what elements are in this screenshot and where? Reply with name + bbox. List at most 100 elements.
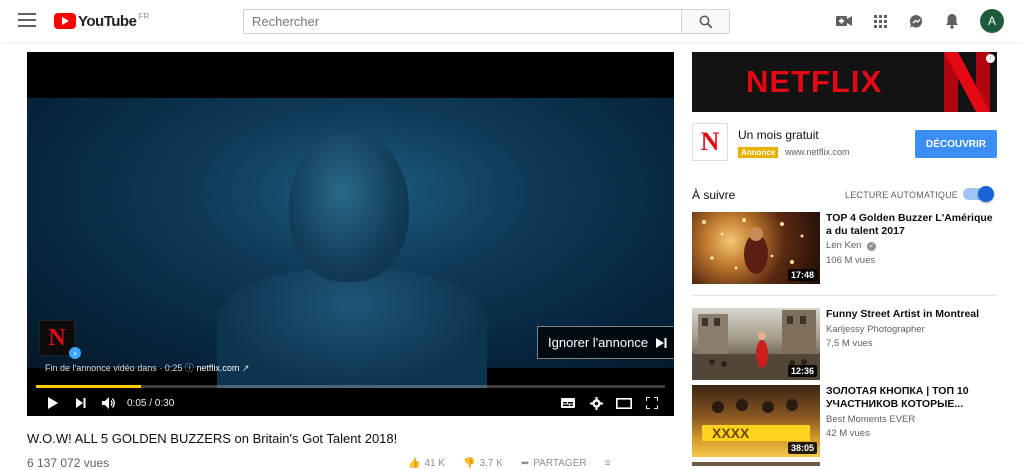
search-icon [699, 15, 712, 28]
subtitles-button[interactable] [554, 390, 582, 416]
masthead-actions: A [826, 9, 1004, 33]
view-count: 42 M vues [826, 428, 870, 439]
netflix-ad-banner[interactable]: NETFLIX i [692, 52, 997, 112]
ad-domain-link[interactable]: netflix.com [196, 363, 239, 373]
messages-button[interactable] [898, 9, 934, 33]
view-count: 6 137 072 vues [27, 456, 110, 470]
channel-name[interactable]: Len Ken ✓ [826, 240, 877, 251]
notifications-button[interactable] [934, 9, 970, 33]
dislike-button[interactable]: 👎 3,7 K [463, 458, 503, 469]
ad-countdown: · 0:25 [159, 363, 183, 373]
play-icon [48, 397, 58, 409]
ad-info-icon[interactable]: i [986, 54, 995, 63]
apps-grid-icon [873, 14, 887, 28]
video-thumbnail[interactable]: XXXX 38:05 [692, 385, 820, 457]
like-count: 41 K [424, 458, 446, 469]
ad-caption: Fin de l'annonce vidéo dans · 0:25 ⓘ net… [45, 361, 249, 374]
thumbs-up-icon: 👍 [408, 458, 421, 469]
ad-info-chevron-icon[interactable]: › [69, 347, 81, 359]
video-figure-body [217, 268, 487, 388]
netflix-logo: N [692, 123, 728, 161]
like-button[interactable]: 👍 41 K [408, 458, 445, 469]
video-actions: 👍 41 K 👎 3,7 K ➦ PARTAGER ≡ [408, 458, 610, 469]
youtube-logo[interactable]: YouTube FR [54, 11, 149, 31]
channel-name[interactable]: Karljessy Photographer [826, 324, 925, 335]
gear-icon [589, 396, 603, 410]
ad-badge: Annonce [738, 147, 779, 158]
search-button[interactable] [681, 9, 730, 34]
fullscreen-button[interactable] [638, 390, 666, 416]
messages-icon [909, 14, 922, 28]
youtube-play-icon [54, 13, 76, 29]
apps-button[interactable] [862, 9, 898, 33]
video-title-link[interactable]: Funny Street Artist in Montreal [826, 308, 996, 321]
player-controls: 0:05 / 0:30 [27, 390, 674, 416]
thumbs-down-icon: 👎 [463, 458, 476, 469]
up-next-heading: À suivre [692, 188, 736, 202]
fullscreen-icon [646, 397, 658, 409]
video-title-link[interactable]: ЗОЛОТАЯ КНОПКА | ТОП 10 УЧАСТНИКОВ КОТОР… [826, 385, 996, 411]
theater-mode-icon [616, 397, 632, 409]
play-button[interactable] [39, 390, 67, 416]
channel-name-text: Len Ken [826, 240, 862, 251]
up-next-video-partial[interactable] [692, 462, 1002, 466]
up-next-video[interactable]: 17:48 TOP 4 Golden Buzzer L'Amérique a d… [692, 212, 1002, 292]
video-thumbnail[interactable]: 12:36 [692, 308, 820, 380]
settings-button[interactable] [582, 390, 610, 416]
ad-caption-text: Fin de l'annonce vidéo dans [45, 363, 157, 373]
mute-button[interactable] [95, 390, 123, 416]
autoplay-toggle-knob [978, 186, 994, 202]
skip-ad-button[interactable]: Ignorer l'annonce [537, 326, 674, 359]
share-label: PARTAGER [533, 458, 587, 469]
share-icon: ➦ [520, 458, 530, 469]
account-avatar[interactable]: A [980, 9, 1004, 33]
skip-ad-label: Ignorer l'annonce [548, 335, 649, 350]
next-button[interactable] [67, 390, 95, 416]
theater-mode-button[interactable] [610, 390, 638, 416]
video-duration: 12:36 [787, 365, 817, 377]
video-title: W.O.W! ALL 5 GOLDEN BUZZERS on Britain's… [27, 431, 398, 446]
masthead: YouTube FR Rechercher A [0, 0, 1024, 42]
add-to-playlist-button[interactable]: ≡ [605, 458, 611, 469]
channel-name[interactable]: Best Moments EVER [826, 414, 915, 425]
external-link-icon: ↗ [241, 363, 250, 373]
next-icon [76, 398, 86, 408]
info-icon[interactable]: ⓘ [185, 363, 197, 373]
video-player[interactable]: N › Fin de l'annonce vidéo dans · 0:25 ⓘ… [27, 52, 674, 416]
search-input[interactable] [243, 9, 681, 34]
discover-button[interactable]: DÉCOUVRIR [915, 130, 997, 158]
skip-next-icon [656, 337, 667, 348]
upload-video-button[interactable] [826, 9, 862, 33]
logo-region: FR [138, 11, 150, 21]
dislike-count: 3,7 K [479, 458, 503, 469]
video-figure-head [289, 132, 409, 282]
menu-icon[interactable] [18, 13, 36, 27]
up-next-video[interactable]: 12:36 Funny Street Artist in Montreal Ka… [692, 308, 1002, 388]
share-button[interactable]: ➦ PARTAGER [521, 458, 587, 469]
video-thumbnail[interactable] [692, 462, 820, 466]
promo-title: Un mois gratuit [738, 128, 819, 142]
promo-logo-letter: N [700, 127, 720, 156]
subtitles-icon [561, 398, 575, 408]
promo-url: www.netflix.com [785, 147, 850, 157]
notifications-bell-icon [946, 14, 958, 29]
search-bar [243, 9, 730, 34]
view-count: 106 M vues [826, 255, 876, 266]
video-thumbnail[interactable]: 17:48 [692, 212, 820, 284]
volume-icon [102, 397, 115, 409]
ad-promo-card[interactable]: N Un mois gratuit Annonce www.netflix.co… [692, 118, 997, 170]
autoplay-label: LECTURE AUTOMATIQUE [845, 190, 958, 200]
progress-bar-fill [36, 385, 141, 388]
svg-text:XXXX: XXXX [712, 425, 750, 441]
view-count: 7,5 M vues [826, 338, 873, 349]
autoplay-toggle[interactable] [963, 186, 994, 202]
netflix-logo-letter: N [48, 324, 66, 351]
divider [692, 295, 997, 296]
up-next-video[interactable]: XXXX 38:05 ЗОЛОТАЯ КНОПКА | ТОП 10 УЧАСТ… [692, 385, 1002, 465]
verified-check-icon: ✓ [867, 242, 877, 251]
logo-text: YouTube [78, 12, 137, 30]
player-controls-right [554, 390, 674, 416]
progress-bar[interactable] [36, 385, 665, 388]
time-display: 0:05 / 0:30 [127, 397, 175, 409]
video-title-link[interactable]: TOP 4 Golden Buzzer L'Amérique a du tale… [826, 212, 996, 238]
